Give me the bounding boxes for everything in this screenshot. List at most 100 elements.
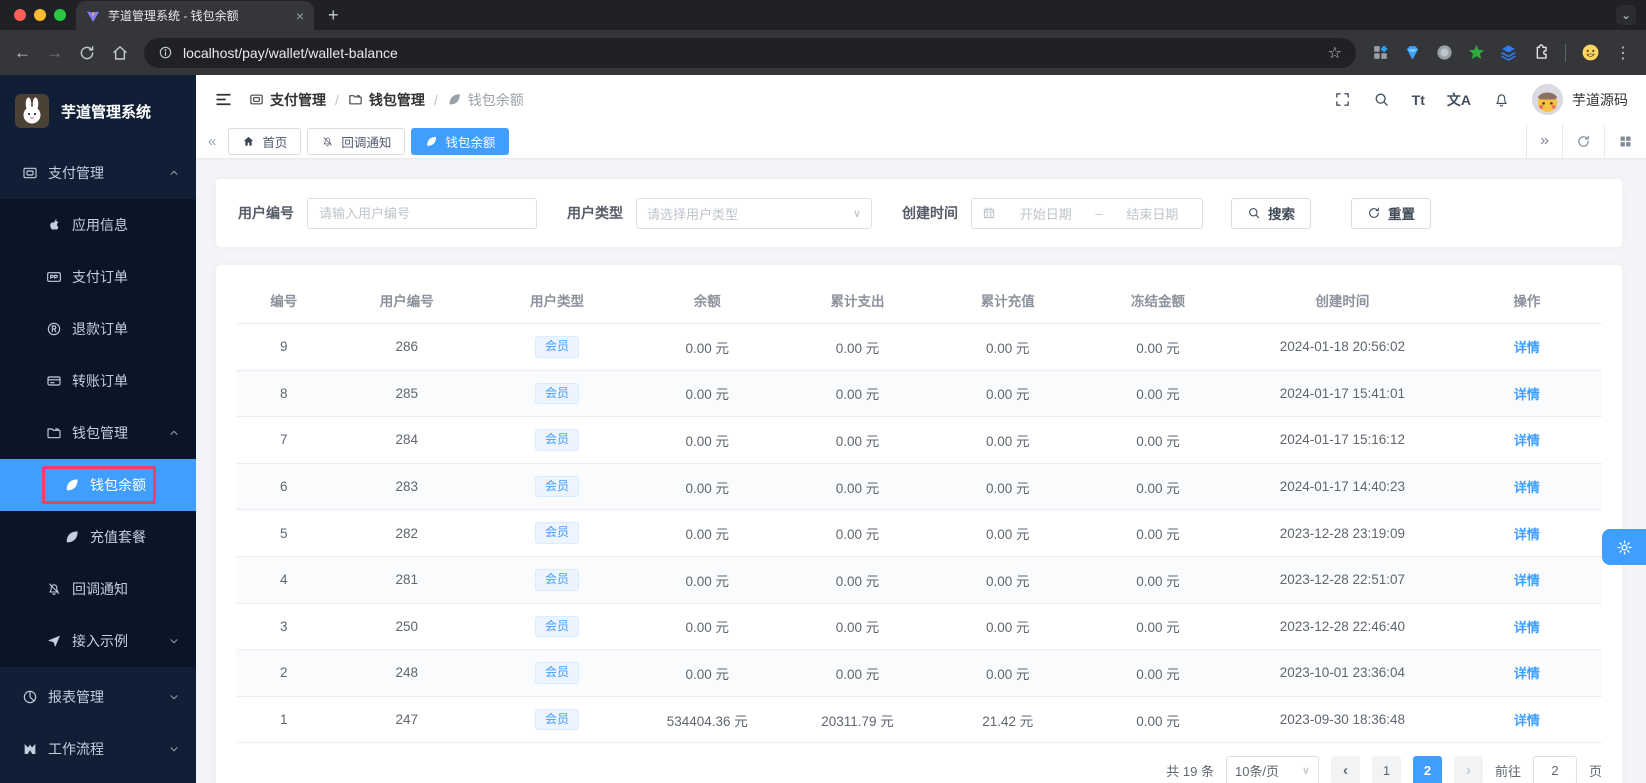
notification-bell-icon[interactable] [1493,91,1510,108]
goto-page-input[interactable] [1532,756,1577,783]
tab-home[interactable]: 首页 [228,127,302,155]
zoom-window-button[interactable] [54,9,66,21]
site-info-icon[interactable] [158,45,173,60]
page-size-select[interactable]: 10条/页 ∨ [1225,756,1319,783]
cell-action: 详情 [1451,463,1602,511]
sidebar-item-workflow[interactable]: 工作流程 [0,723,196,775]
fullscreen-icon[interactable] [1334,91,1351,108]
sidebar-item-wallet-balance[interactable]: 钱包余额 [0,459,196,511]
tab-search-chevron-icon[interactable]: ⌄ [1616,5,1636,25]
sidebar-item-report[interactable]: 报表管理 [0,671,196,723]
cell-action: 详情 [1451,603,1602,651]
folder-icon [348,92,363,107]
forward-button[interactable]: → [46,44,63,61]
pagination: 共 19 条 10条/页 ∨ ‹ 1 2 › 前往 页 [236,756,1602,783]
close-tab-icon[interactable]: × [296,9,304,23]
cell: 0.00 元 [1082,509,1234,557]
circle-extension-icon[interactable] [1435,43,1454,62]
user-type-badge: 会员 [534,522,579,544]
detail-link[interactable]: 详情 [1514,573,1540,588]
sidebar-item-payment[interactable]: 支付管理 [0,147,196,199]
profile-avatar-icon[interactable] [1581,43,1600,62]
cell: 247 [331,696,482,744]
user-id-input[interactable] [307,197,537,229]
devtools-extension-icon[interactable] [1371,43,1390,62]
sidebar-item-callback-notify[interactable]: 回调通知 [0,563,196,615]
sidebar-item-recharge-package[interactable]: 充值套餐 [0,511,196,563]
detail-link[interactable]: 详情 [1514,527,1540,542]
detail-link[interactable]: 详情 [1514,433,1540,448]
user-type-select[interactable]: 请选择用户类型 ∨ [636,197,872,229]
sidebar-item-transfer-order[interactable]: 转账订单 [0,355,196,407]
font-size-icon[interactable]: Tt [1412,92,1425,108]
payment-icon [249,92,264,107]
detail-link[interactable]: 详情 [1514,713,1540,728]
minimize-window-button[interactable] [34,9,46,21]
new-tab-button[interactable]: + [328,1,339,30]
sidebar-item-refund-order[interactable]: 退款订单 [0,303,196,355]
page-button-2[interactable]: 2 [1412,756,1442,783]
sidebar-item-integration-demo[interactable]: 接入示例 [0,615,196,667]
sidebar-item-app-info[interactable]: 应用信息 [0,199,196,251]
sidebar-item-wallet[interactable]: 钱包管理 [0,407,196,459]
layout-grid-button[interactable] [1604,124,1646,158]
refresh-page-button[interactable] [1562,124,1604,158]
star-extension-icon[interactable] [1467,43,1486,62]
prev-page-button[interactable]: ‹ [1330,756,1360,783]
cell: 0.00 元 [782,556,933,604]
detail-link[interactable]: 详情 [1514,666,1540,681]
address-bar[interactable]: localhost/pay/wallet/wallet-balance ☆ [144,37,1356,68]
theme-settings-button[interactable] [1602,529,1646,565]
toolbar-divider [1565,43,1566,62]
calendar-icon [982,206,996,220]
extensions-puzzle-icon[interactable] [1531,43,1550,62]
cell: 21.42 元 [932,696,1083,744]
cell-user-type: 会员 [481,509,633,557]
browser-menu-icon[interactable]: ⋮ [1615,43,1632,63]
cell-user-type: 会员 [481,556,633,604]
reset-button[interactable]: 重置 [1351,197,1431,229]
scroll-tabs-left-icon[interactable]: « [208,133,216,150]
collapse-sidebar-icon[interactable] [214,90,233,109]
scroll-tabs-right-button[interactable]: » [1526,124,1562,158]
user-avatar [1532,84,1563,115]
paper-plane-icon [46,633,62,649]
user-type-badge: 会员 [534,475,579,498]
date-range-picker[interactable]: 开始日期 – 结束日期 [971,197,1203,229]
tab-wallet-balance[interactable]: 钱包余额 [411,127,510,155]
sidebar-item-pay-order[interactable]: 支付订单 [0,251,196,303]
gem-extension-icon[interactable] [1403,43,1422,62]
next-page-button[interactable]: › [1453,756,1483,783]
breadcrumb-item-wallet[interactable]: 钱包管理 [348,90,425,110]
bookmark-star-icon[interactable]: ☆ [1328,43,1342,63]
tab-label: 钱包余额 [445,135,496,150]
breadcrumb-item-payment[interactable]: 支付管理 [249,90,326,110]
translate-icon[interactable]: 文A [1447,90,1471,110]
vite-logo-icon [86,9,100,23]
page-button-1[interactable]: 1 [1371,756,1401,783]
close-window-button[interactable] [14,9,26,21]
user-menu[interactable]: 芋道源码 [1532,84,1628,115]
sidebar-item-label: 支付管理 [48,165,104,181]
tab-callback-notify[interactable]: 回调通知 [307,127,406,155]
back-button[interactable]: ← [14,44,31,61]
layers-extension-icon[interactable] [1499,43,1518,62]
table-body: 9 286 会员 0.00 元 0.00 元 0.00 元 0.00 元 2024-01-18… [236,323,1602,744]
detail-link[interactable]: 详情 [1514,620,1540,635]
detail-link[interactable]: 详情 [1514,387,1540,402]
cell: 0.00 元 [1082,696,1234,744]
sidebar-item-label: 退款订单 [72,321,128,337]
cell: 0.00 元 [932,556,1083,604]
home-button[interactable] [111,44,129,62]
cell: 0.00 元 [932,463,1083,511]
payment-submenu: 应用信息 支付订单 退款订单 转账订单 钱包管理 钱包余额 充值套餐 回调通知 … [0,199,196,667]
detail-link[interactable]: 详情 [1514,480,1540,495]
reload-button[interactable] [78,44,96,62]
cell-user-type: 会员 [481,370,633,418]
search-icon[interactable] [1373,91,1390,108]
browser-tab[interactable]: 芋道管理系统 - 钱包余额 × [76,1,314,30]
detail-link[interactable]: 详情 [1514,340,1540,355]
cell: 283 [331,463,482,511]
search-button[interactable]: 搜索 [1231,197,1311,229]
sidebar-logo[interactable]: 芋道管理系统 [0,75,196,147]
